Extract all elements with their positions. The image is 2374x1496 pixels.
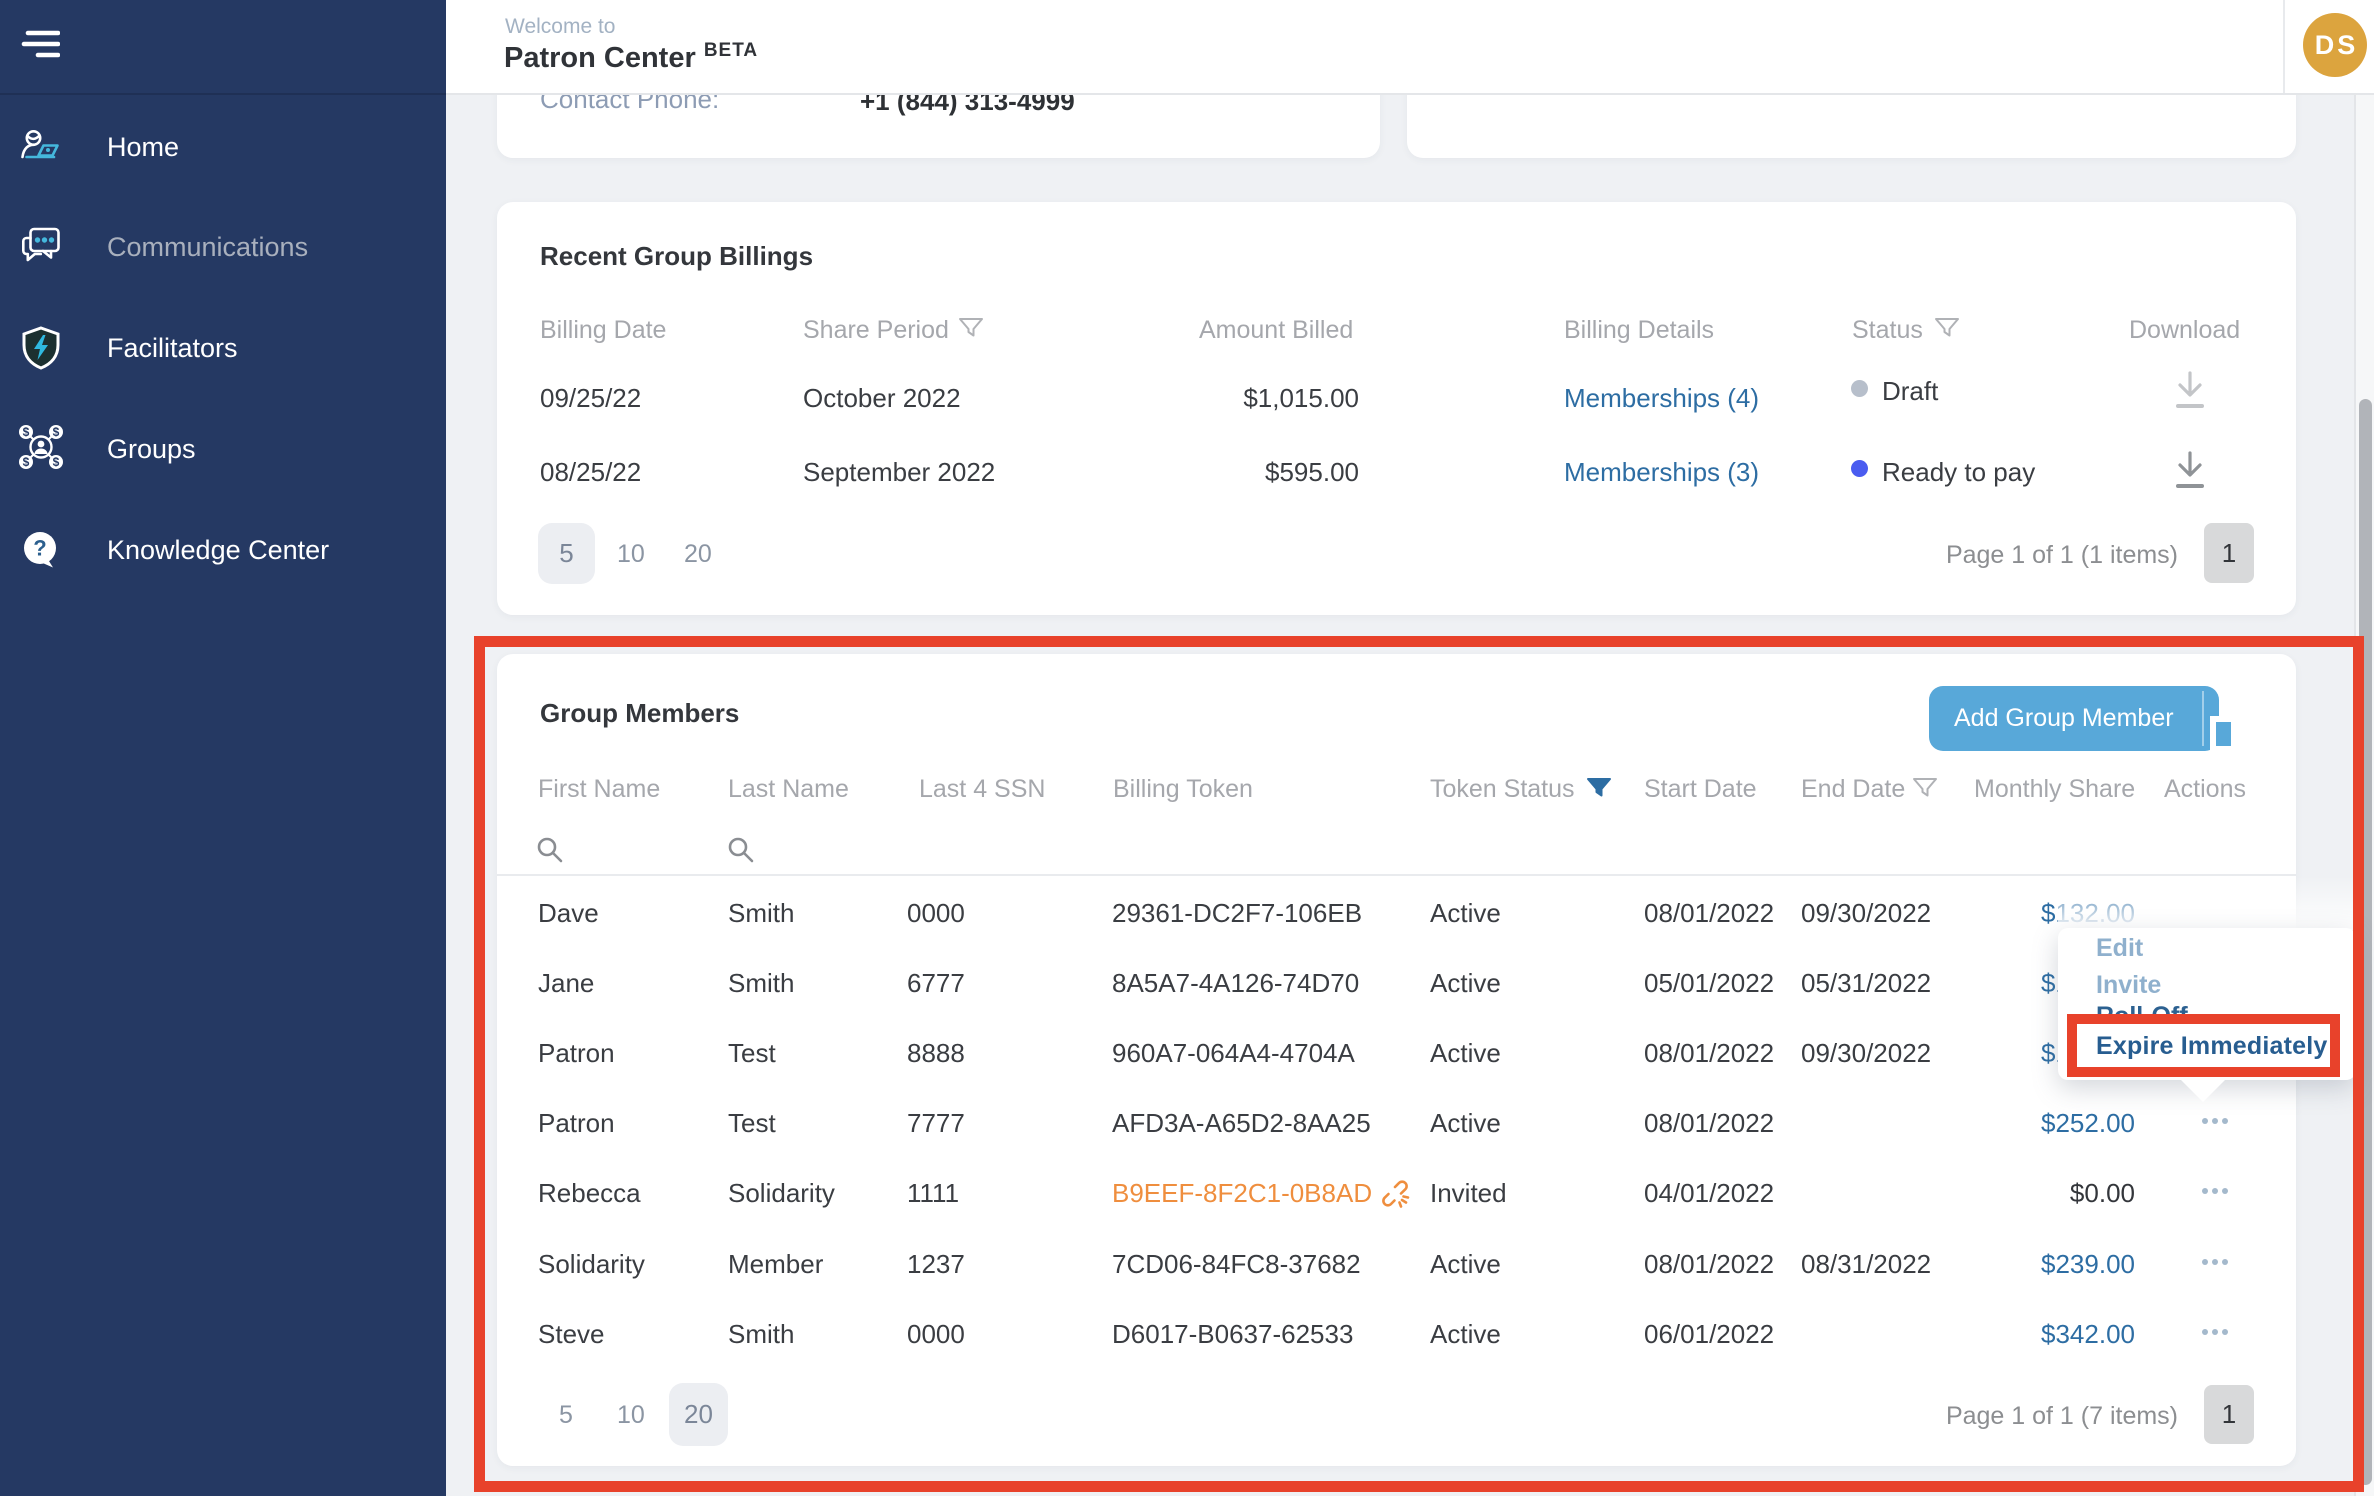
svg-text:?: ? bbox=[33, 536, 46, 561]
svg-text:$: $ bbox=[23, 425, 30, 439]
svg-text:$: $ bbox=[53, 455, 60, 469]
svg-text:$: $ bbox=[53, 425, 60, 439]
svg-text:$: $ bbox=[23, 455, 30, 469]
